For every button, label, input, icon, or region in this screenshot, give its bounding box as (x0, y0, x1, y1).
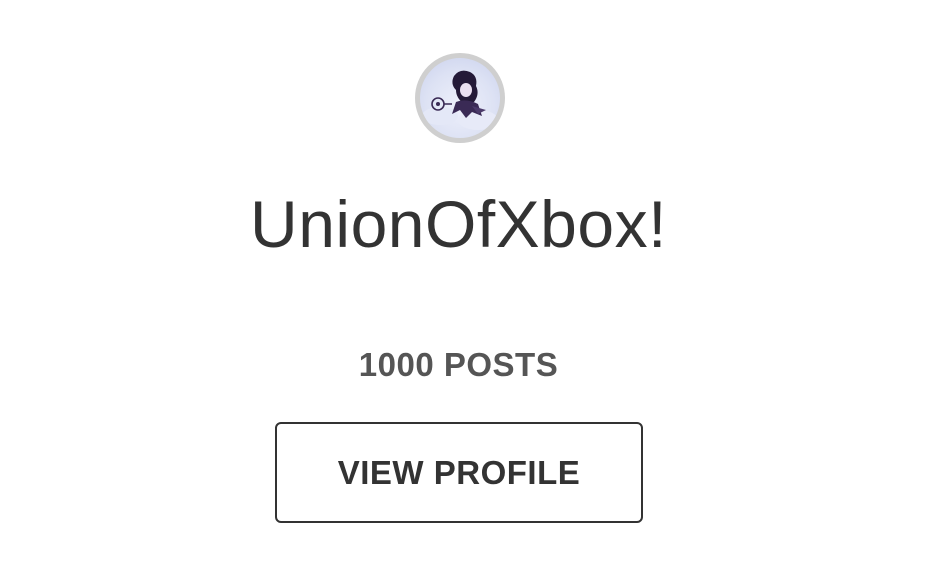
username-heading: UnionOfXbox! (250, 187, 667, 261)
profile-card: UnionOfXbox! 1000 POSTS VIEW PROFILE (0, 0, 945, 569)
view-profile-button[interactable]: VIEW PROFILE (275, 422, 643, 523)
avatar-character-icon (422, 70, 498, 130)
post-count: 1000 POSTS (358, 346, 559, 383)
avatar[interactable] (415, 53, 505, 143)
